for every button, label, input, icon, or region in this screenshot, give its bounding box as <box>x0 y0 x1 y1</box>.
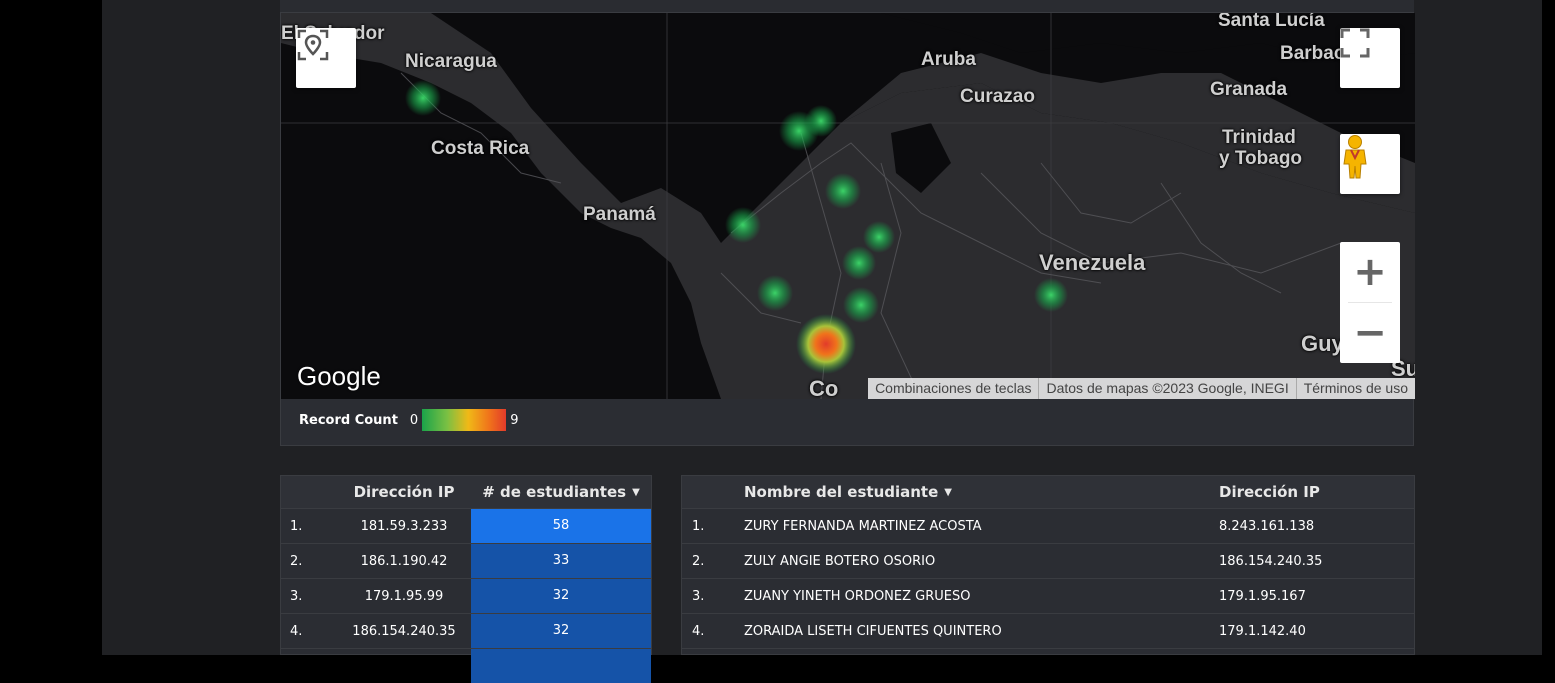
map-label-granada: Granada <box>1210 79 1288 100</box>
legend-title: Record Count <box>299 412 398 428</box>
zoom-out-button[interactable]: − <box>1340 303 1400 363</box>
zoom-in-button[interactable]: + <box>1340 242 1400 302</box>
row-count: 32 <box>471 579 651 613</box>
row-ip: 179.1.142.40 <box>1219 623 1306 639</box>
map-label-nicaragua: Nicaragua <box>405 51 497 72</box>
table-row[interactable]: 2. ZULY ANGIE BOTERO OSORIO 186.154.240.… <box>682 543 1414 578</box>
row-index: 3. <box>290 588 303 604</box>
row-index: 4. <box>290 623 303 639</box>
map-label-panama: Panamá <box>583 204 656 225</box>
row-count: 33 <box>471 544 651 578</box>
street-view-pegman-icon <box>1343 135 1367 179</box>
fullscreen-icon <box>1340 28 1370 58</box>
header-student-name[interactable]: Nombre del estudiante ▼ <box>744 483 1219 501</box>
table-row[interactable]: 1. ZURY FERNANDA MARTINEZ ACOSTA 8.243.1… <box>682 508 1414 543</box>
map-label-venezuela: Venezuela <box>1039 250 1146 275</box>
map-label-curazao: Curazao <box>960 86 1035 107</box>
map-label-guyana: Guy <box>1301 331 1344 356</box>
row-index: 4. <box>692 623 705 639</box>
row-ip: 181.59.3.233 <box>360 518 448 534</box>
map-label-colombia: Co <box>809 376 839 399</box>
previous-card-edge <box>280 0 1414 12</box>
legend-color-scale <box>422 409 507 431</box>
row-student-name: ZUANY YINETH ORDONEZ GRUESO <box>744 588 971 604</box>
row-student-name: ZULY ANGIE BOTERO OSORIO <box>744 553 936 569</box>
legend-min: 0 <box>409 412 419 428</box>
table-row[interactable]: 3. 179.1.95.99 32 <box>281 578 651 613</box>
row-ip: 186.154.240.35 <box>1219 553 1323 569</box>
table-row[interactable]: 3. ZUANY YINETH ORDONEZ GRUESO 179.1.95.… <box>682 578 1414 613</box>
row-student-name: ZURY FERNANDA MARTINEZ ACOSTA <box>744 518 982 534</box>
students-table: Nombre del estudiante ▼ Dirección IP 1. Z… <box>681 475 1415 655</box>
map-label-costa-rica: Costa Rica <box>431 138 530 159</box>
row-index: 2. <box>290 553 303 569</box>
map-label-aruba: Aruba <box>921 49 976 70</box>
table-row[interactable]: 4. ZORAIDA LISETH CIFUENTES QUINTERO 179… <box>682 613 1414 648</box>
table-header: Nombre del estudiante ▼ Dirección IP <box>682 476 1414 508</box>
table-row-partial <box>281 648 651 683</box>
table-row[interactable]: 2. 186.1.190.42 33 <box>281 543 651 578</box>
row-index: 1. <box>692 518 705 534</box>
table-header: Dirección IP # de estudiantes ▼ <box>281 476 651 508</box>
row-ip: 186.1.190.42 <box>360 553 448 569</box>
row-student-name: ZORAIDA LISETH CIFUENTES QUINTERO <box>744 623 1002 639</box>
ip-count-table: Dirección IP # de estudiantes ▼ 1. 181.59… <box>280 475 652 683</box>
header-ip-address[interactable]: Dirección IP <box>337 483 471 501</box>
map-data-attribution: Datos de mapas ©2023 Google, INEGI <box>1038 378 1295 399</box>
map-attribution-bar: Combinaciones de teclas Datos de mapas ©… <box>868 378 1415 399</box>
row-index: 1. <box>290 518 303 534</box>
heatmap-legend: Record Count 0 9 <box>299 409 518 431</box>
google-logo: Google <box>297 361 381 391</box>
row-index: 2. <box>692 553 705 569</box>
geo-map-card: El Salvador Nicaragua Costa Rica Panamá … <box>280 12 1415 446</box>
map-label-tobago: y Tobago <box>1219 148 1303 169</box>
location-pin-icon <box>297 29 329 61</box>
zoom-control: + − <box>1340 242 1400 363</box>
map-label-trinidad: Trinidad <box>1222 127 1296 148</box>
row-count-empty <box>471 649 651 683</box>
row-ip: 179.1.95.99 <box>364 588 444 604</box>
terms-of-use-link[interactable]: Términos de uso <box>1295 378 1415 399</box>
my-location-button[interactable] <box>296 28 356 88</box>
row-index: 3. <box>692 588 705 604</box>
header-student-name-label: Nombre del estudiante <box>744 483 939 501</box>
map-label-santa-lucia: Santa Lucía <box>1218 13 1325 31</box>
street-view-button[interactable] <box>1340 134 1400 194</box>
row-ip: 186.154.240.35 <box>352 623 456 639</box>
row-ip: 8.243.161.138 <box>1219 518 1315 534</box>
keyboard-shortcuts-link[interactable]: Combinaciones de teclas <box>868 378 1038 399</box>
header-student-count-label: # de estudiantes <box>482 483 627 501</box>
map-label-barbados: Barbac <box>1280 43 1345 64</box>
row-count: 32 <box>471 614 651 648</box>
table-row[interactable]: 4. 186.154.240.35 32 <box>281 613 651 648</box>
row-count: 58 <box>471 509 651 543</box>
header-student-count[interactable]: # de estudiantes ▼ <box>471 483 651 501</box>
table-row[interactable]: 1. 181.59.3.233 58 <box>281 508 651 543</box>
sort-desc-icon: ▼ <box>944 487 952 498</box>
legend-max: 9 <box>510 412 519 428</box>
fullscreen-button[interactable] <box>1340 28 1400 88</box>
heatmap-map[interactable]: El Salvador Nicaragua Costa Rica Panamá … <box>281 13 1415 399</box>
sort-desc-icon: ▼ <box>632 487 640 498</box>
table-row-partial <box>682 648 1414 683</box>
header-ip-address[interactable]: Dirección IP <box>1219 483 1409 501</box>
row-ip: 179.1.95.167 <box>1219 588 1306 604</box>
